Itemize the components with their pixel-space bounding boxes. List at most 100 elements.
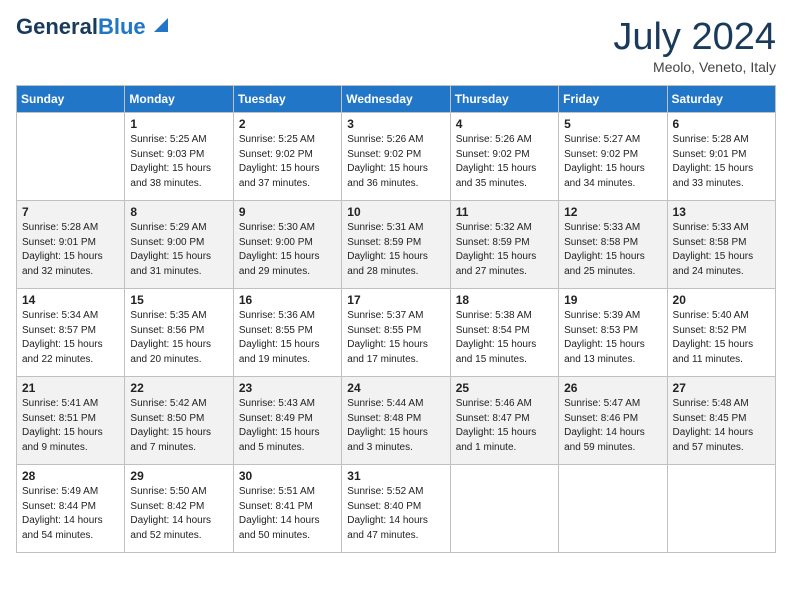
calendar-cell: 21 Sunrise: 5:41 AM Sunset: 8:51 PM Dayli…: [17, 377, 125, 465]
day-number: 12: [564, 205, 661, 219]
day-number: 14: [22, 293, 119, 307]
day-info: Sunrise: 5:28 AM Sunset: 9:01 PM Dayligh…: [673, 133, 770, 191]
calendar-cell: 5 Sunrise: 5:27 AM Sunset: 9:02 PM Daylig…: [559, 113, 667, 201]
title-block: July 2024 Meolo, Veneto, Italy: [613, 16, 776, 75]
calendar-body: 1 Sunrise: 5:25 AM Sunset: 9:03 PM Daylig…: [17, 113, 776, 553]
calendar-cell: 7 Sunrise: 5:28 AM Sunset: 9:01 PM Daylig…: [17, 201, 125, 289]
calendar-cell: 12 Sunrise: 5:33 AM Sunset: 8:58 PM Dayli…: [559, 201, 667, 289]
day-info: Sunrise: 5:27 AM Sunset: 9:02 PM Dayligh…: [564, 133, 661, 191]
calendar-cell: 1 Sunrise: 5:25 AM Sunset: 9:03 PM Daylig…: [125, 113, 233, 201]
day-info: Sunrise: 5:32 AM Sunset: 8:59 PM Dayligh…: [456, 221, 553, 279]
day-info: Sunrise: 5:51 AM Sunset: 8:41 PM Dayligh…: [239, 485, 336, 543]
day-number: 27: [673, 381, 770, 395]
calendar-cell: 20 Sunrise: 5:40 AM Sunset: 8:52 PM Dayli…: [667, 289, 775, 377]
day-number: 25: [456, 381, 553, 395]
day-info: Sunrise: 5:38 AM Sunset: 8:54 PM Dayligh…: [456, 309, 553, 367]
calendar-header: SundayMondayTuesdayWednesdayThursdayFrid…: [17, 86, 776, 113]
calendar-cell: 18 Sunrise: 5:38 AM Sunset: 8:54 PM Dayli…: [450, 289, 558, 377]
calendar-cell: 13Sunrise: 5:33 AM Sunset: 8:58 PM Dayli…: [667, 201, 775, 289]
day-info: Sunrise: 5:48 AM Sunset: 8:45 PM Dayligh…: [673, 397, 770, 455]
day-number: 4: [456, 117, 553, 131]
day-info: Sunrise: 5:31 AM Sunset: 8:59 PM Dayligh…: [347, 221, 444, 279]
day-info: Sunrise: 5:28 AM Sunset: 9:01 PM Dayligh…: [22, 221, 119, 279]
calendar-cell: 24 Sunrise: 5:44 AM Sunset: 8:48 PM Dayli…: [342, 377, 450, 465]
day-number: 9: [239, 205, 336, 219]
week-row-2: 7 Sunrise: 5:28 AM Sunset: 9:01 PM Daylig…: [17, 201, 776, 289]
day-info: Sunrise: 5:37 AM Sunset: 8:55 PM Dayligh…: [347, 309, 444, 367]
day-number: 30: [239, 469, 336, 483]
day-info: Sunrise: 5:40 AM Sunset: 8:52 PM Dayligh…: [673, 309, 770, 367]
day-number: 11: [456, 205, 553, 219]
weekday-header-saturday: Saturday: [667, 86, 775, 113]
day-number: 20: [673, 293, 770, 307]
day-info: Sunrise: 5:26 AM Sunset: 9:02 PM Dayligh…: [456, 133, 553, 191]
day-info: Sunrise: 5:41 AM Sunset: 8:51 PM Dayligh…: [22, 397, 119, 455]
calendar-cell: 2 Sunrise: 5:25 AM Sunset: 9:02 PM Daylig…: [233, 113, 341, 201]
calendar-cell: [559, 465, 667, 553]
calendar-cell: 9 Sunrise: 5:30 AM Sunset: 9:00 PM Daylig…: [233, 201, 341, 289]
day-number: 28: [22, 469, 119, 483]
day-info: Sunrise: 5:29 AM Sunset: 9:00 PM Dayligh…: [130, 221, 227, 279]
weekday-header-row: SundayMondayTuesdayWednesdayThursdayFrid…: [17, 86, 776, 113]
calendar-cell: 29Sunrise: 5:50 AM Sunset: 8:42 PM Dayli…: [125, 465, 233, 553]
weekday-header-tuesday: Tuesday: [233, 86, 341, 113]
month-title: July 2024: [613, 16, 776, 59]
calendar-cell: 26 Sunrise: 5:47 AM Sunset: 8:46 PM Dayli…: [559, 377, 667, 465]
day-info: Sunrise: 5:52 AM Sunset: 8:40 PM Dayligh…: [347, 485, 444, 543]
calendar-cell: 17 Sunrise: 5:37 AM Sunset: 8:55 PM Dayli…: [342, 289, 450, 377]
day-info: Sunrise: 5:39 AM Sunset: 8:53 PM Dayligh…: [564, 309, 661, 367]
day-number: 17: [347, 293, 444, 307]
weekday-header-friday: Friday: [559, 86, 667, 113]
day-number: 15: [130, 293, 227, 307]
day-number: 26: [564, 381, 661, 395]
day-number: 16: [239, 293, 336, 307]
calendar-cell: 27 Sunrise: 5:48 AM Sunset: 8:45 PM Dayli…: [667, 377, 775, 465]
day-number: 22: [130, 381, 227, 395]
day-info: Sunrise: 5:25 AM Sunset: 9:02 PM Dayligh…: [239, 133, 336, 191]
day-number: 10: [347, 205, 444, 219]
week-row-5: 28 Sunrise: 5:49 AM Sunset: 8:44 PM Dayli…: [17, 465, 776, 553]
day-number: 21: [22, 381, 119, 395]
calendar-cell: 28 Sunrise: 5:49 AM Sunset: 8:44 PM Dayli…: [17, 465, 125, 553]
day-number: 5: [564, 117, 661, 131]
weekday-header-thursday: Thursday: [450, 86, 558, 113]
day-number: 2: [239, 117, 336, 131]
week-row-3: 14Sunrise: 5:34 AM Sunset: 8:57 PM Dayli…: [17, 289, 776, 377]
day-info: Sunrise: 5:46 AM Sunset: 8:47 PM Dayligh…: [456, 397, 553, 455]
calendar-cell: 19Sunrise: 5:39 AM Sunset: 8:53 PM Dayli…: [559, 289, 667, 377]
day-info: Sunrise: 5:25 AM Sunset: 9:03 PM Dayligh…: [130, 133, 227, 191]
logo-icon: [148, 14, 170, 36]
day-number: 3: [347, 117, 444, 131]
week-row-1: 1 Sunrise: 5:25 AM Sunset: 9:03 PM Daylig…: [17, 113, 776, 201]
calendar-cell: [17, 113, 125, 201]
location-subtitle: Meolo, Veneto, Italy: [613, 59, 776, 75]
calendar-cell: 3 Sunrise: 5:26 AM Sunset: 9:02 PM Daylig…: [342, 113, 450, 201]
day-number: 7: [22, 205, 119, 219]
day-number: 29: [130, 469, 227, 483]
calendar-cell: [450, 465, 558, 553]
day-info: Sunrise: 5:47 AM Sunset: 8:46 PM Dayligh…: [564, 397, 661, 455]
day-number: 1: [130, 117, 227, 131]
day-info: Sunrise: 5:44 AM Sunset: 8:48 PM Dayligh…: [347, 397, 444, 455]
calendar-cell: 22Sunrise: 5:42 AM Sunset: 8:50 PM Dayli…: [125, 377, 233, 465]
day-info: Sunrise: 5:33 AM Sunset: 8:58 PM Dayligh…: [564, 221, 661, 279]
day-info: Sunrise: 5:35 AM Sunset: 8:56 PM Dayligh…: [130, 309, 227, 367]
day-info: Sunrise: 5:33 AM Sunset: 8:58 PM Dayligh…: [673, 221, 770, 279]
day-number: 24: [347, 381, 444, 395]
calendar-container: GeneralBlue July 2024 Meolo, Veneto, Ita…: [0, 0, 792, 563]
calendar-cell: 8 Sunrise: 5:29 AM Sunset: 9:00 PM Daylig…: [125, 201, 233, 289]
calendar-cell: 6Sunrise: 5:28 AM Sunset: 9:01 PM Daylig…: [667, 113, 775, 201]
day-info: Sunrise: 5:49 AM Sunset: 8:44 PM Dayligh…: [22, 485, 119, 543]
calendar-cell: 14Sunrise: 5:34 AM Sunset: 8:57 PM Dayli…: [17, 289, 125, 377]
week-row-4: 21 Sunrise: 5:41 AM Sunset: 8:51 PM Dayli…: [17, 377, 776, 465]
weekday-header-sunday: Sunday: [17, 86, 125, 113]
logo-text: GeneralBlue: [16, 16, 146, 38]
calendar-cell: 31Sunrise: 5:52 AM Sunset: 8:40 PM Dayli…: [342, 465, 450, 553]
day-info: Sunrise: 5:26 AM Sunset: 9:02 PM Dayligh…: [347, 133, 444, 191]
calendar-cell: 15 Sunrise: 5:35 AM Sunset: 8:56 PM Dayli…: [125, 289, 233, 377]
day-number: 18: [456, 293, 553, 307]
calendar-cell: 16Sunrise: 5:36 AM Sunset: 8:55 PM Dayli…: [233, 289, 341, 377]
day-info: Sunrise: 5:30 AM Sunset: 9:00 PM Dayligh…: [239, 221, 336, 279]
calendar-cell: 11 Sunrise: 5:32 AM Sunset: 8:59 PM Dayli…: [450, 201, 558, 289]
day-number: 8: [130, 205, 227, 219]
